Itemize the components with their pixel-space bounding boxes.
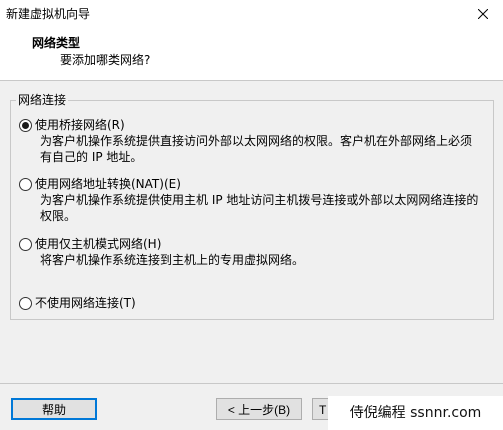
nat-description: 为客户机操作系统提供使用主机 IP 地址访问主机拨号连接或外部以太网网络连接的 … xyxy=(40,192,490,224)
radio-nat-row[interactable]: 使用网络地址转换(NAT)(E) xyxy=(19,177,489,192)
wizard-header: 网络类型 要添加哪类网络? xyxy=(0,28,503,81)
nat-description-line: 权限。 xyxy=(40,209,77,223)
page-subtitle: 要添加哪类网络? xyxy=(60,53,151,67)
option-bridged: 使用桥接网络(R) 为客户机操作系统提供直接访问外部以太网网络的权限。客户机在外… xyxy=(19,118,489,165)
option-host-only: 使用仅主机模式网络(H) 将客户机操作系统连接到主机上的专用虚拟网络。 xyxy=(19,237,489,268)
nat-description-line: 为客户机操作系统提供使用主机 IP 地址访问主机拨号连接或外部以太网网络连接的 xyxy=(40,193,479,207)
watermark-overlay: 侍倪编程 ssnnr.com xyxy=(328,396,503,430)
close-button[interactable] xyxy=(463,0,503,28)
radio-no-network[interactable] xyxy=(19,297,32,310)
close-icon xyxy=(478,9,488,19)
back-button[interactable]: < 上一步(B) xyxy=(216,398,302,420)
radio-host-only-row[interactable]: 使用仅主机模式网络(H) xyxy=(19,237,489,252)
help-button[interactable]: 帮助 xyxy=(11,398,97,420)
radio-host-only[interactable] xyxy=(19,238,32,251)
window-title: 新建虚拟机向导 xyxy=(6,7,91,21)
option-nat: 使用网络地址转换(NAT)(E) 为客户机操作系统提供使用主机 IP 地址访问主… xyxy=(19,177,489,224)
new-vm-wizard-window: 新建虚拟机向导 网络类型 要添加哪类网络? 网络连接 使用桥接网络(R) 为客户… xyxy=(0,0,503,430)
radio-bridged-row[interactable]: 使用桥接网络(R) xyxy=(19,118,489,133)
radio-bridged[interactable] xyxy=(19,119,32,132)
network-connection-group-label: 网络连接 xyxy=(16,93,69,107)
bridged-description: 为客户机操作系统提供直接访问外部以太网网络的权限。客户机在外部网络上必须 有自己… xyxy=(40,133,490,165)
host-only-description: 将客户机操作系统连接到主机上的专用虚拟网络。 xyxy=(40,252,490,268)
radio-nat[interactable] xyxy=(19,178,32,191)
radio-bridged-label[interactable]: 使用桥接网络(R) xyxy=(35,118,125,133)
page-title: 网络类型 xyxy=(32,36,81,50)
radio-host-only-label[interactable]: 使用仅主机模式网络(H) xyxy=(35,237,161,252)
bridged-description-line: 有自己的 IP 地址。 xyxy=(40,150,143,164)
radio-nat-label[interactable]: 使用网络地址转换(NAT)(E) xyxy=(35,177,181,192)
option-no-network: 不使用网络连接(T) xyxy=(19,296,489,311)
radio-no-network-row[interactable]: 不使用网络连接(T) xyxy=(19,296,489,311)
title-bar: 新建虚拟机向导 xyxy=(0,0,503,28)
host-only-description-line: 将客户机操作系统连接到主机上的专用虚拟网络。 xyxy=(40,253,305,267)
footer-divider xyxy=(0,383,503,384)
bridged-description-line: 为客户机操作系统提供直接访问外部以太网网络的权限。客户机在外部网络上必须 xyxy=(40,134,473,148)
radio-no-network-label[interactable]: 不使用网络连接(T) xyxy=(35,296,136,311)
